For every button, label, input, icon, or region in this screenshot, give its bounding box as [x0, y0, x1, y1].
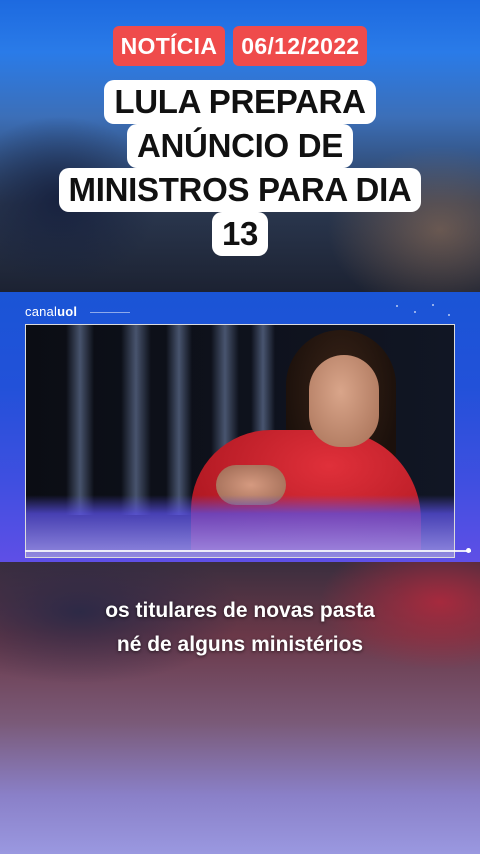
headline-line-1: LULA PREPARA [104, 80, 376, 124]
backdrop-stripe [121, 325, 151, 515]
video-panel[interactable]: canaluol [0, 292, 480, 562]
caption-line-1: os titulares de novas pasta [105, 599, 375, 622]
brand-prefix: canal [25, 304, 58, 319]
video-frame[interactable] [25, 324, 455, 558]
video-lower-fade [26, 495, 454, 557]
brand-name: uol [57, 304, 78, 319]
headline-line-4: 13 [211, 212, 269, 256]
caption-line-2: né de alguns ministérios [116, 633, 364, 656]
speaker-face [309, 355, 379, 447]
category-tag: NOTÍCIA [112, 26, 226, 66]
brand-divider [90, 312, 130, 313]
headline: LULA PREPARA ANÚNCIO DE MINISTROS PARA D… [0, 80, 480, 256]
header-tags: NOTÍCIA 06/12/2022 [0, 26, 480, 66]
headline-line-2: ANÚNCIO DE [126, 124, 353, 168]
backdrop-stripe [66, 325, 94, 515]
subtitle-caption: os titulares de novas pasta né de alguns… [0, 594, 480, 662]
date-tag: 06/12/2022 [233, 26, 368, 66]
backdrop-stripe [166, 325, 192, 515]
decorative-dots [392, 302, 462, 318]
headline-line-3: MINISTROS PARA DIA [58, 168, 422, 212]
video-progress-bar[interactable] [25, 550, 471, 552]
channel-logo: canaluol [25, 304, 77, 319]
video-progress-handle[interactable] [466, 548, 471, 553]
